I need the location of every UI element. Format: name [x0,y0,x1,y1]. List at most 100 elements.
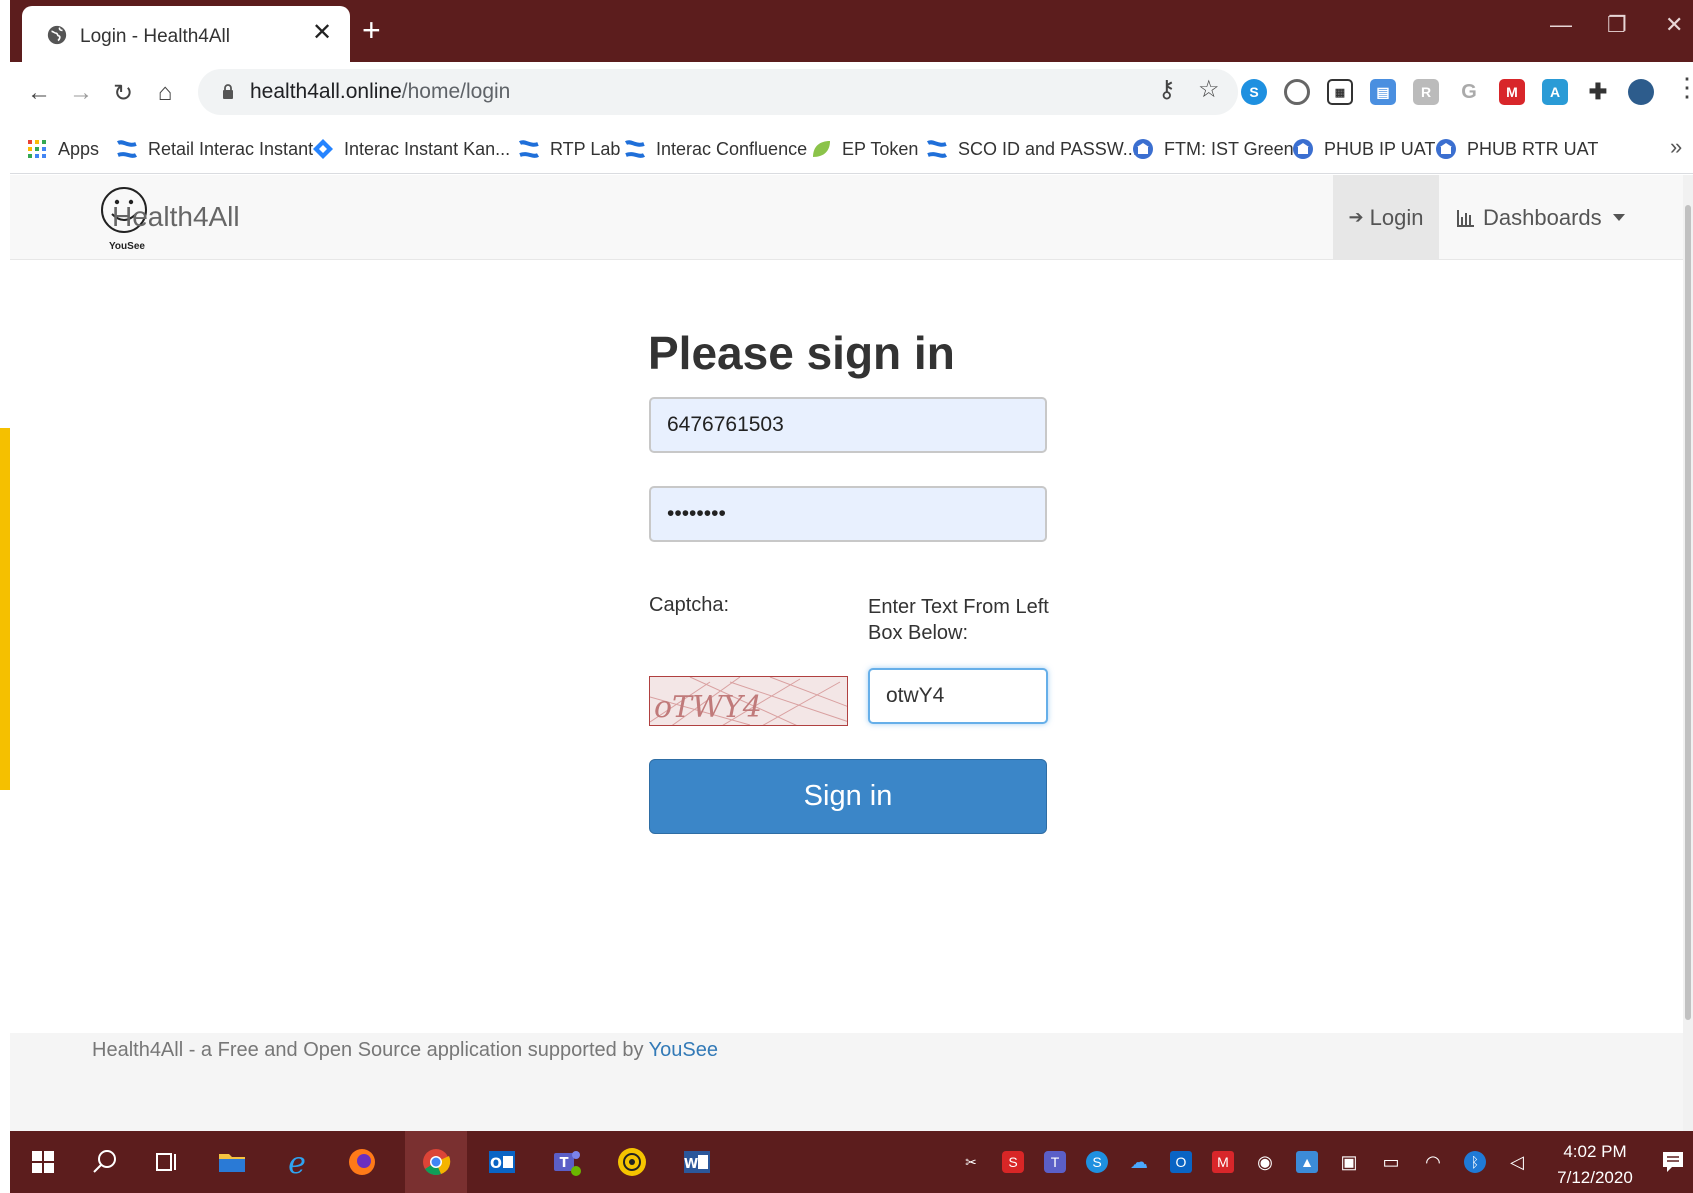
bank-icon [1293,139,1313,159]
forward-icon[interactable]: → [66,78,96,108]
bookmark-apps[interactable]: Apps [26,134,99,164]
teams-tray-icon[interactable]: T [1044,1151,1066,1173]
clock-date: 7/12/2020 [1557,1168,1633,1187]
leaf-icon [813,141,830,157]
task-view-icon[interactable] [150,1145,184,1179]
confluence-icon [518,140,540,158]
profile-avatar-icon[interactable] [1628,79,1654,105]
brand-name[interactable]: Health4All [112,201,240,233]
firefox-icon[interactable] [345,1145,379,1179]
reload-icon[interactable]: ↻ [108,78,138,108]
confluence-icon [624,140,646,158]
outlook-tray-icon[interactable]: O [1170,1151,1192,1173]
sign-in-button[interactable]: Sign in [649,759,1047,834]
browser-toolbar: ← → ↻ ⌂ health4all.online/home/login ⚷ ☆… [10,62,1693,124]
qr-code-icon[interactable]: ▦ [1327,79,1353,105]
bar-chart-icon [1457,209,1474,227]
footer-yousee-link[interactable]: YouSee [649,1039,718,1061]
skype-icon[interactable]: S [1241,79,1267,105]
tab-close-icon[interactable]: ✕ [312,21,332,45]
minimize-icon[interactable]: — [1550,14,1572,36]
bookmark-retail-interac[interactable]: Retail Interac Instant [116,134,313,164]
wifi-icon[interactable]: ◠ [1422,1151,1444,1173]
menu-kebab-icon[interactable]: ⋮ [1674,74,1693,100]
bookmark-interac-confluence[interactable]: Interac Confluence [624,134,807,164]
search-icon[interactable] [88,1145,122,1179]
site-navbar: Health4All YouSee ➔ Login Dashboards [10,175,1693,260]
key-icon[interactable]: ⚷ [1158,78,1176,102]
bluetooth-icon[interactable]: ᛒ [1464,1151,1486,1173]
page-scrollbar-thumb[interactable] [1685,205,1691,1020]
battery-icon[interactable]: ▭ [1380,1151,1402,1173]
edge-legacy-icon[interactable]: e [280,1145,314,1179]
outlook-icon[interactable]: O [485,1145,519,1179]
home-icon[interactable]: ⌂ [150,78,180,108]
security-app-icon[interactable]: S [1002,1151,1024,1173]
new-tab-button[interactable]: + [362,14,381,46]
lock-icon [223,84,233,99]
caret-down-icon [1612,214,1625,221]
tab-title: Login - Health4All [80,26,230,47]
page-title: Please sign in [648,327,955,379]
bookmark-ftm-ist-green[interactable]: FTM: IST Green [1132,134,1294,164]
confluence-icon [926,140,948,158]
notification-center-icon[interactable] [1660,1149,1686,1175]
windows-start-icon[interactable] [26,1145,60,1179]
word-icon[interactable]: W [680,1145,714,1179]
brand-subtitle: YouSee [109,241,145,252]
back-icon[interactable]: ← [24,78,54,108]
norton-gear-icon[interactable] [615,1145,649,1179]
sign-in-icon: ➔ [1348,207,1364,227]
nav-login-link[interactable]: ➔ Login [1333,175,1439,260]
bookmark-ep-token[interactable]: EP Token [810,134,918,164]
clock-time: 4:02 PM [1563,1142,1627,1161]
mcafee-icon[interactable]: M [1499,79,1525,105]
file-explorer-icon[interactable] [215,1145,249,1179]
reader-extension-icon[interactable]: R [1413,79,1439,105]
teams-icon[interactable]: T [550,1145,584,1179]
bookmark-phub-rtr-uat[interactable]: PHUB RTR UAT [1435,134,1598,164]
bookmark-interac-kanban[interactable]: Interac Instant Kan... [312,134,510,164]
display-icon[interactable]: ▣ [1338,1151,1360,1173]
chrome-icon[interactable] [419,1145,453,1179]
svg-text:W: W [684,1157,698,1172]
svg-text:O: O [490,1156,502,1172]
apps-grid-icon [28,140,46,158]
star-icon[interactable]: ☆ [1198,78,1220,102]
svg-text:T: T [560,1156,569,1171]
browser-tab[interactable]: Login - Health4All ✕ [22,6,350,62]
skype-tray-icon[interactable]: S [1086,1151,1108,1173]
puzzle-icon[interactable]: ✚ [1585,79,1611,105]
captcha-input[interactable] [868,668,1048,724]
bookmark-sco-id[interactable]: SCO ID and PASSW... [926,134,1138,164]
captcha-instructions: Enter Text From Left Box Below: [868,596,1049,644]
google-icon[interactable]: G [1456,79,1482,105]
calendar-extension-icon[interactable]: ▤ [1370,79,1396,105]
username-field[interactable] [649,397,1047,453]
bookmark-phub-ip-uat[interactable]: PHUB IP UAT [1292,134,1435,164]
bookmark-rtp-lab[interactable]: RTP Lab [518,134,620,164]
address-bar[interactable]: health4all.online/home/login ⚷ ☆ [198,69,1238,115]
close-window-icon[interactable]: ✕ [1665,14,1683,36]
volume-icon[interactable]: ◁ [1506,1151,1528,1173]
password-field[interactable] [649,486,1047,542]
restore-icon[interactable]: ❐ [1607,14,1627,36]
network-globe-icon[interactable]: ◉ [1254,1151,1276,1173]
bank-icon [1436,139,1456,159]
mcafee-tray-icon[interactable]: M [1212,1151,1234,1173]
browser-titlebar: Login - Health4All ✕ + — ❐ ✕ [10,0,1693,62]
captcha-noise-graphic: oTWY4 [650,677,847,725]
windows-taskbar: e O T W ✂ S T S ☁ O M ◉ ▲ ▣ ▭ ◠ ᛒ ◁ 4:02… [10,1131,1693,1193]
translate-icon[interactable]: A [1542,79,1568,105]
bookmarks-overflow-icon[interactable]: » [1670,134,1682,160]
onedrive-icon[interactable]: ☁ [1128,1151,1150,1173]
nav-dashboards-dropdown[interactable]: Dashboards [1456,175,1625,260]
circle-extension-icon[interactable] [1284,79,1310,105]
user-manager-icon[interactable]: ▲ [1296,1151,1318,1173]
captcha-text: oTWY4 [654,690,762,725]
snipping-tool-icon[interactable]: ✂ [960,1151,982,1173]
system-clock[interactable]: 4:02 PM 7/12/2020 [1550,1139,1640,1191]
globe-icon [47,25,67,45]
confluence-icon [116,140,138,158]
bank-icon [1133,139,1153,159]
